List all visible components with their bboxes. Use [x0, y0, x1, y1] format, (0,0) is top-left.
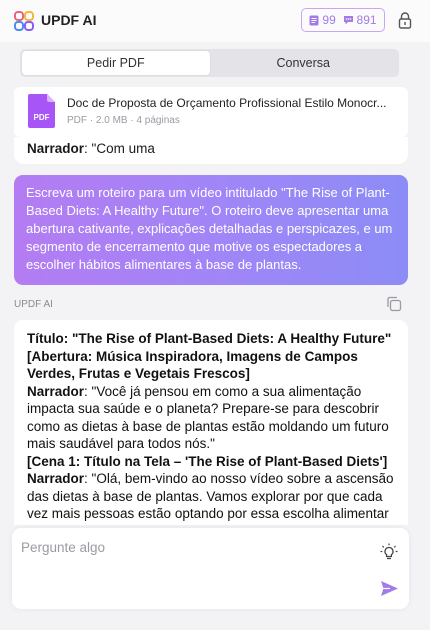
chat-credits-count: 891: [356, 13, 377, 27]
copy-icon[interactable]: [386, 296, 402, 312]
file-name: Doc de Proposta de Orçamento Profissiona…: [67, 96, 387, 110]
updf-logo-icon: [14, 11, 34, 31]
doc-credits-count: 99: [322, 13, 336, 27]
chat-icon: [343, 16, 353, 25]
app-header: UPDF AI 99 891: [0, 0, 430, 42]
scene-heading: [Cena 1: Título na Tela – 'The Rise of P…: [27, 453, 388, 469]
lightbulb-icon[interactable]: [380, 543, 398, 561]
send-icon[interactable]: [380, 579, 399, 598]
response-opening: [Abertura: Música Inspiradora, Imagens d…: [27, 348, 358, 382]
user-prompt-bubble: Escreva um roteiro para um vídeo intitul…: [14, 175, 408, 285]
tab-pedir-pdf[interactable]: Pedir PDF: [22, 51, 210, 75]
response-title: Título: "The Rise of Plant-Based Diets: …: [27, 331, 392, 346]
lock-icon[interactable]: [398, 11, 412, 29]
chat-input[interactable]: [21, 540, 361, 580]
pdf-icon-label: PDF: [34, 113, 50, 122]
file-meta: PDF · 2.0 MB · 4 páginas: [67, 115, 180, 126]
document-icon: [309, 15, 319, 25]
mode-tabs: Pedir PDF Conversa: [20, 49, 399, 77]
chat-credits: 891: [343, 13, 377, 27]
chat-input-box: [12, 528, 409, 609]
speaker-label: Narrador: [27, 141, 85, 156]
tab-conversa[interactable]: Conversa: [210, 51, 398, 75]
previous-message: Narrador: "Com uma: [14, 137, 408, 164]
credits-badge[interactable]: 99 891: [301, 8, 385, 32]
pdf-file-icon: PDF: [28, 94, 55, 128]
ai-sender-label: UPDF AI: [14, 299, 53, 310]
previous-text: : "Com uma: [84, 141, 155, 156]
app-title: UPDF AI: [41, 12, 97, 28]
narrator-label: Narrador: [27, 471, 85, 486]
narrator-label: Narrador: [27, 383, 85, 399]
doc-credits: 99: [309, 13, 336, 27]
ai-response: Título: "The Rise of Plant-Based Diets: …: [14, 320, 408, 525]
file-card[interactable]: PDF Doc de Proposta de Orçamento Profiss…: [14, 87, 408, 137]
